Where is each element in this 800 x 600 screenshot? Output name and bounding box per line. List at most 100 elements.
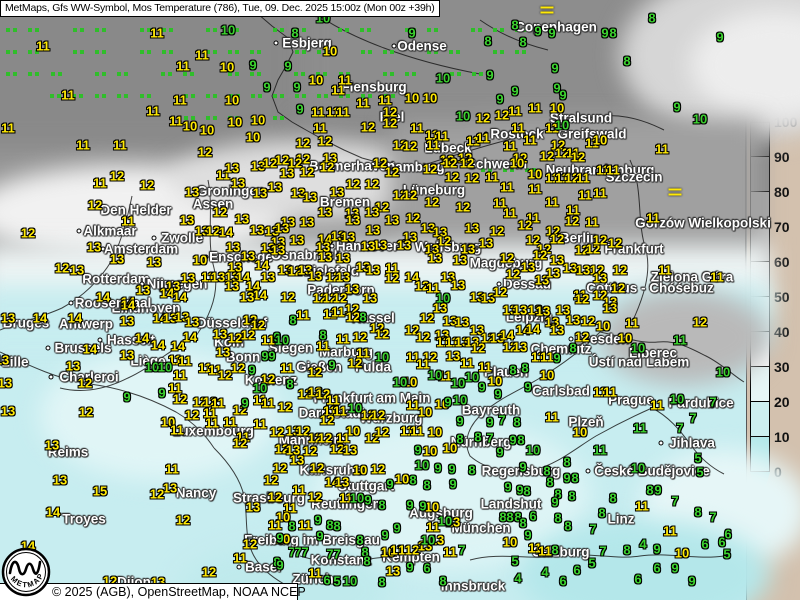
- city-marker: [658, 441, 663, 446]
- temp-value: 9: [386, 478, 393, 491]
- temp-value: 12: [593, 234, 607, 247]
- temp-value: 11: [121, 215, 135, 228]
- temp-value: 12: [308, 491, 322, 504]
- temp-value: 9: [486, 69, 493, 82]
- ww-fog-icon: [541, 7, 554, 14]
- temp-value: 7: [599, 545, 606, 558]
- temp-value: 9: [381, 529, 388, 542]
- temp-value: 10: [423, 445, 437, 458]
- temp-value: 8: [423, 479, 430, 492]
- temp-value: 8: [623, 544, 630, 557]
- temp-value: 8: [623, 55, 630, 68]
- temp-value: 11: [476, 132, 490, 145]
- city-marker: [586, 469, 591, 474]
- ww-drizzle-icon: [140, 28, 144, 32]
- temp-value: 11: [593, 444, 607, 457]
- temp-value: 10: [428, 369, 442, 382]
- temp-value: 7: [458, 544, 465, 557]
- temp-value: 10: [405, 92, 419, 105]
- temp-value: 10: [465, 371, 479, 384]
- city-marker: [273, 41, 278, 46]
- temp-value: 10: [415, 459, 429, 472]
- temp-value: 9: [408, 27, 415, 40]
- temp-value: 13: [446, 350, 460, 363]
- temp-value: 12: [581, 315, 595, 328]
- temp-value: 10: [228, 116, 242, 129]
- temp-value: 12: [365, 178, 379, 191]
- temp-value: 5: [511, 555, 518, 568]
- temp-value: 13: [240, 291, 254, 304]
- temp-value: 8: [598, 507, 605, 520]
- map[interactable]: CopenhagenEsbjergOdenseFlensburgKielLübe…: [0, 0, 746, 600]
- temp-value: 12: [495, 109, 509, 122]
- temp-value: 9: [559, 89, 566, 102]
- temp-value: 9: [716, 31, 723, 44]
- temp-value: 13: [455, 316, 469, 329]
- temp-value: 13: [250, 224, 264, 237]
- temp-value: 7: [333, 548, 340, 561]
- temp-value: 11: [663, 525, 677, 538]
- temp-value: 8: [291, 27, 298, 40]
- temp-value: 9: [486, 416, 493, 429]
- temp-value: 7: [301, 546, 308, 559]
- temp-value: 8: [648, 12, 655, 25]
- temp-value: 11: [253, 418, 267, 431]
- temp-value: 6: [423, 562, 430, 575]
- temp-value: 11: [625, 317, 639, 330]
- temp-value: 8: [288, 520, 295, 533]
- temp-value: 8: [521, 362, 528, 375]
- metmaps-logo: METMAPS: [1, 546, 51, 598]
- temp-value: 13: [0, 354, 9, 367]
- temp-value: 10: [158, 361, 172, 374]
- temp-value: 9: [534, 25, 541, 38]
- temp-value: 14: [83, 343, 97, 356]
- temp-value: 12: [385, 166, 399, 179]
- temp-value: 7: [498, 414, 505, 427]
- temp-value: 6: [529, 510, 536, 523]
- temp-value: 14: [219, 226, 233, 239]
- temp-value: 8: [409, 474, 416, 487]
- temp-value: 10: [393, 376, 407, 389]
- temp-value: 12: [308, 366, 322, 379]
- city-label: Linz: [608, 512, 635, 526]
- ww-drizzle-icon: [273, 94, 277, 98]
- temp-value: 12: [613, 264, 627, 277]
- temp-value: 8: [646, 484, 653, 497]
- city-marker: [152, 236, 157, 241]
- temp-value: 11: [296, 309, 310, 322]
- temp-value: 11: [650, 399, 664, 412]
- temp-value: 9: [123, 391, 130, 404]
- temp-value: 13: [366, 264, 380, 277]
- temp-value: 9: [393, 522, 400, 535]
- city-label: Nancy: [176, 486, 217, 500]
- temp-value: 12: [320, 161, 334, 174]
- temp-value: 12: [465, 172, 479, 185]
- temp-value: 12: [185, 409, 199, 422]
- temp-value: 4: [514, 572, 521, 585]
- temp-value: 11: [593, 187, 607, 200]
- temp-value: 11: [528, 183, 542, 196]
- temp-value: 10: [573, 426, 587, 439]
- temp-value: 11: [331, 84, 345, 97]
- metmaps-app: CopenhagenEsbjergOdenseFlensburgKielLübe…: [0, 0, 800, 600]
- temp-value: 10: [438, 515, 452, 528]
- temp-value: 10: [309, 74, 323, 87]
- temp-value: 11: [528, 102, 542, 115]
- temp-value: 8: [359, 311, 366, 324]
- temp-value: 11: [633, 422, 647, 435]
- temp-value: 7: [689, 412, 696, 425]
- temp-value: 14: [68, 312, 82, 325]
- ww-drizzle-icon: [206, 94, 210, 98]
- temp-value: 12: [385, 272, 399, 285]
- temp-value: 13: [335, 476, 349, 489]
- temp-value: 10: [220, 61, 234, 74]
- temp-value: 10: [443, 442, 457, 455]
- ww-drizzle-icon: [317, 50, 321, 54]
- ww-drizzle-icon: [117, 72, 121, 76]
- ww-fog-icon: [669, 189, 682, 196]
- temp-value: 12: [78, 377, 92, 390]
- temp-value: 9: [601, 27, 608, 40]
- temp-value: 15: [93, 485, 107, 498]
- colorbar-tick-label: 50: [774, 289, 790, 305]
- temp-value: 8: [468, 464, 475, 477]
